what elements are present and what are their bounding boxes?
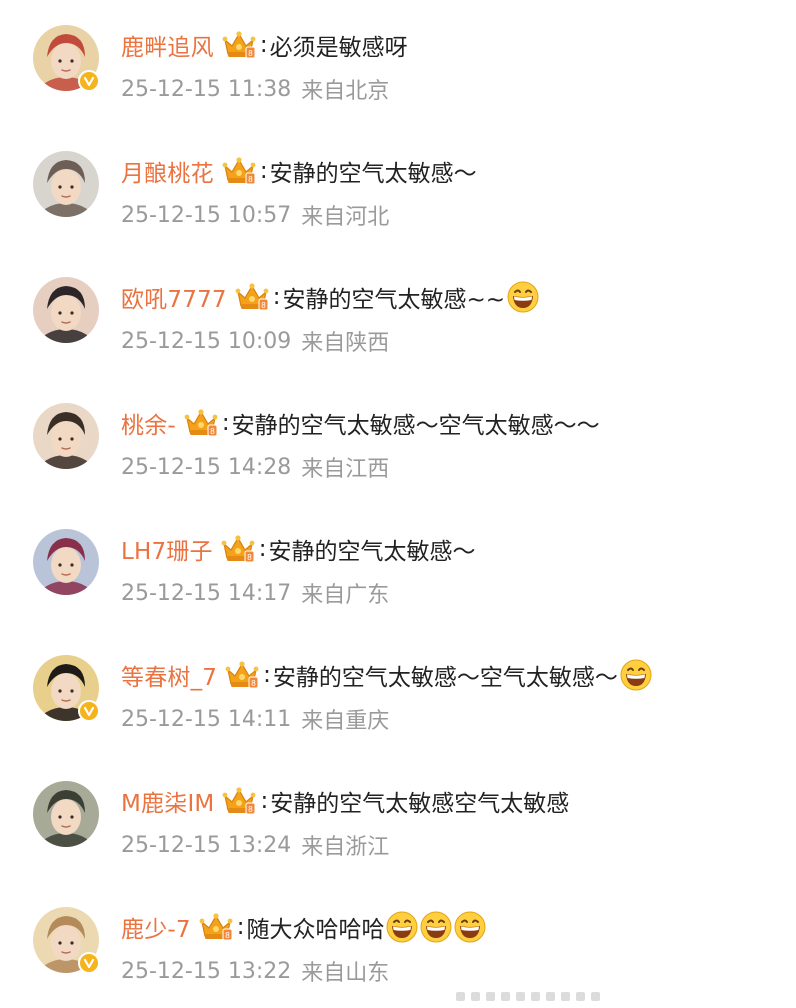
timestamp: 25-12-15 10:09 (121, 328, 292, 354)
avatar[interactable] (33, 403, 99, 469)
location-label: 来自山东 (301, 961, 390, 986)
comment-item[interactable]: 桃余- 8 : 安静的空气太敏感～空气太敏感～～ 25-12-15 14:28 … (0, 378, 796, 504)
comment-item[interactable]: M鹿柒IM 8 : 安静的空气太敏感空气太敏感 25-12-15 13:24 来… (0, 756, 796, 882)
svg-text:8: 8 (247, 553, 252, 562)
vip-crown-icon: 8 (235, 282, 269, 312)
location-label: 来自陕西 (301, 331, 390, 356)
username-link[interactable]: 月酿桃花 (121, 154, 214, 188)
username-link[interactable]: 桃余- (121, 406, 176, 440)
svg-text:8: 8 (249, 805, 254, 814)
username-link[interactable]: 欧吼7777 (121, 280, 227, 314)
timestamp: 25-12-15 14:28 (121, 454, 292, 480)
comment-item[interactable]: 鹿少-7 8 : 随大众哈哈哈 25-12-15 13:22 来自山东 (0, 882, 796, 1008)
comment-text: 安静的空气太敏感~~ (282, 287, 506, 313)
comment-text: 安静的空气太敏感空气太敏感 (270, 791, 570, 817)
avatar[interactable] (33, 529, 99, 595)
colon-separator: : (236, 914, 245, 940)
verified-badge-icon (78, 70, 100, 92)
grin-emoji-icon (507, 281, 539, 313)
avatar[interactable] (33, 277, 99, 343)
vip-crown-icon: 8 (222, 786, 256, 816)
comment-text: 随大众哈哈哈 (246, 917, 385, 943)
colon-separator: : (221, 410, 230, 436)
location-label: 来自河北 (301, 205, 390, 230)
svg-text:8: 8 (261, 301, 266, 310)
username-link[interactable]: 鹿畔追风 (121, 28, 214, 62)
comment-line: 鹿少-7 8 : 随大众哈哈哈 (121, 909, 486, 945)
location-label: 来自江西 (301, 457, 390, 482)
vip-crown-icon: 8 (199, 912, 233, 942)
avatar[interactable] (33, 151, 99, 217)
timestamp: 25-12-15 10:57 (121, 202, 292, 228)
grin-emoji-icon (454, 911, 486, 943)
comment-item[interactable]: 鹿畔追风 8 : 必须是敏感呀 25-12-15 11:38 来自北京 (0, 0, 796, 126)
watermark (456, 992, 606, 1002)
timestamp: 25-12-15 11:38 (121, 76, 292, 102)
comment-item[interactable]: 欧吼7777 8 : 安静的空气太敏感~~ 25-12-15 10:09 来自陕… (0, 252, 796, 378)
comment-text: 必须是敏感呀 (269, 35, 408, 61)
comment-meta: 25-12-15 13:22 来自山东 (121, 955, 389, 987)
comment-text: 安静的空气太敏感～空气太敏感～ (272, 665, 618, 691)
timestamp: 25-12-15 14:17 (121, 580, 292, 606)
vip-crown-icon: 8 (221, 534, 255, 564)
comment-line: 桃余- 8 : 安静的空气太敏感～空气太敏感～～ (121, 405, 600, 441)
comment-meta: 25-12-15 10:57 来自河北 (121, 199, 389, 231)
grin-emoji-icon (420, 911, 452, 943)
comment-line: 月酿桃花 8 : 安静的空气太敏感～ (121, 153, 477, 189)
comment-item[interactable]: 月酿桃花 8 : 安静的空气太敏感～ 25-12-15 10:57 来自河北 (0, 126, 796, 252)
grin-emoji-icon (386, 911, 418, 943)
colon-separator: : (260, 788, 269, 814)
comment-line: 等春树_7 8 : 安静的空气太敏感～空气太敏感～ (121, 657, 652, 693)
comment-meta: 25-12-15 14:17 来自广东 (121, 577, 389, 609)
vip-crown-icon: 8 (184, 408, 218, 438)
comment-text: 安静的空气太敏感～ (268, 539, 476, 565)
timestamp: 25-12-15 14:11 (121, 706, 292, 732)
comment-meta: 25-12-15 14:11 来自重庆 (121, 703, 389, 735)
comment-text: 安静的空气太敏感～空气太敏感～～ (231, 413, 600, 439)
vip-crown-icon: 8 (222, 156, 256, 186)
comment-meta: 25-12-15 14:28 来自江西 (121, 451, 389, 483)
svg-text:8: 8 (210, 427, 215, 436)
vip-crown-icon: 8 (222, 30, 256, 60)
comment-item[interactable]: 等春树_7 8 : 安静的空气太敏感～空气太敏感～ 25-12-15 14:11… (0, 630, 796, 756)
username-link[interactable]: M鹿柒IM (121, 784, 214, 818)
svg-text:8: 8 (248, 175, 253, 184)
comment-meta: 25-12-15 10:09 来自陕西 (121, 325, 389, 357)
verified-badge-icon (78, 952, 100, 974)
username-link[interactable]: LH7珊子 (121, 532, 213, 566)
svg-text:8: 8 (248, 49, 253, 58)
colon-separator: : (258, 536, 267, 562)
vip-crown-icon: 8 (225, 660, 259, 690)
location-label: 来自重庆 (301, 709, 390, 734)
colon-separator: : (263, 662, 271, 688)
comment-meta: 25-12-15 13:24 来自浙江 (121, 829, 389, 861)
location-label: 来自北京 (301, 79, 390, 104)
colon-separator: : (259, 158, 268, 184)
comment-line: 鹿畔追风 8 : 必须是敏感呀 (121, 27, 408, 63)
username-link[interactable]: 鹿少-7 (121, 910, 191, 944)
timestamp: 25-12-15 13:24 (121, 832, 292, 858)
colon-separator: : (272, 284, 281, 310)
timestamp: 25-12-15 13:22 (121, 958, 292, 984)
colon-separator: : (259, 32, 268, 58)
svg-text:8: 8 (251, 679, 256, 688)
comment-meta: 25-12-15 11:38 来自北京 (121, 73, 389, 105)
comment-text: 安静的空气太敏感～ (269, 161, 477, 187)
verified-badge-icon (78, 700, 100, 722)
location-label: 来自浙江 (301, 835, 390, 860)
username-link[interactable]: 等春树_7 (121, 658, 217, 692)
comment-line: 欧吼7777 8 : 安静的空气太敏感~~ (121, 279, 539, 315)
comment-item[interactable]: LH7珊子 8 : 安静的空气太敏感～ 25-12-15 14:17 来自广东 (0, 504, 796, 630)
avatar[interactable] (33, 781, 99, 847)
comment-line: LH7珊子 8 : 安静的空气太敏感～ (121, 531, 476, 567)
location-label: 来自广东 (301, 583, 390, 608)
grin-emoji-icon (620, 659, 652, 691)
comment-line: M鹿柒IM 8 : 安静的空气太敏感空气太敏感 (121, 783, 569, 819)
svg-text:8: 8 (225, 931, 230, 940)
